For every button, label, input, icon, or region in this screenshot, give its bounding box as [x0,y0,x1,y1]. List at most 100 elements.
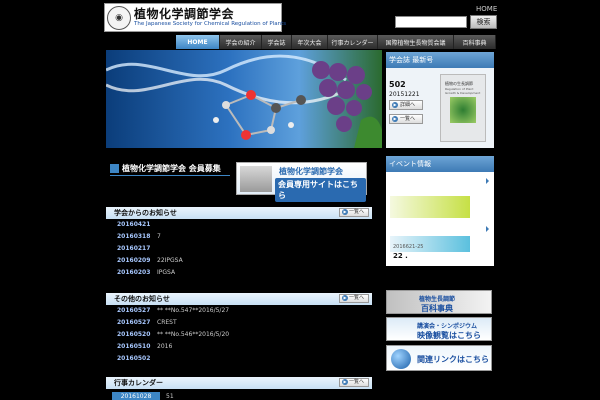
recruit-heading: 植物化学調節学会 会員募集 [110,163,221,174]
society-news-header: 学会からのお知らせ ▶ 一覧へ [106,207,372,219]
calendar-header: 行事カレンダー ▶ 一覧へ [106,377,372,389]
news-date: 20160527 [117,319,151,326]
encyclopedia-banner-line1: 植物生長調節 [419,296,456,303]
nav-ipgsa[interactable]: 国際植物生長物質会議 [378,35,454,49]
member-banner-photo [240,166,272,192]
list-item[interactable]: 20160520 ** **No.546**2016/5/20 [106,329,372,341]
event-info-title: イベント情報 [386,156,494,172]
list-item[interactable]: 20160318 7 [106,231,372,243]
nav-annual-meeting[interactable]: 年次大会 [292,35,328,49]
cover-subtitle: Regulation of Plant Growth & Development [445,87,481,95]
arrow-right-icon: ▶ [342,379,348,385]
related-links-label: 関連リンクはこちら [417,355,489,364]
list-item[interactable]: 20160209 22IPGSA [106,255,372,267]
society-news-list: 20160421 20160318 7 20160217 20160209 22IP… [106,219,372,279]
event-date: 2016621-25 [393,244,424,250]
calendar-more-button[interactable]: ▶ 一覧へ [339,378,369,387]
news-date: 20160217 [117,245,151,252]
event-banner[interactable] [390,196,470,218]
list-item[interactable]: 20160217 [106,243,372,255]
news-date: 20160502 [117,355,151,362]
news-date: 20160520 [117,331,151,338]
news-date: 20160510 [117,343,151,350]
encyclopedia-banner-line2: 百科事典 [421,304,453,313]
section-marker-icon [110,164,119,173]
nav-calendar[interactable]: 行事カレンダー [328,35,378,49]
logo-title-jp: 植物化学調節学会 [134,6,235,21]
triangle-right-icon [486,178,489,184]
globe-icon [391,349,411,369]
journal-list-label: 一覧へ [400,116,416,122]
news-text: ** **No.546**2016/5/20 [157,331,230,338]
calendar-text: 51 [166,393,174,400]
main-nav: HOME 学会の紹介 学会誌 年次大会 行事カレンダー 国際植物生長物質会議 百… [176,35,496,49]
journal-detail-label: 詳細へ [400,102,416,108]
news-date: 20160318 [117,233,151,240]
search-button[interactable]: 検索 [470,15,497,29]
list-item[interactable]: 20160421 [106,219,372,231]
arrow-right-icon: ▶ [342,295,348,301]
journal-issue-date: 20151221 [389,91,420,98]
news-text: IPGSA [157,269,176,276]
journal-detail-button[interactable]: ▶ 詳細へ [389,100,423,110]
list-item[interactable]: 20160510 2016 [106,341,372,353]
society-news-panel: 学会からのお知らせ ▶ 一覧へ 20160421 20160318 7 20160… [106,207,372,279]
news-text: 2016 [157,343,173,350]
event-number: 22 . [393,252,408,260]
calendar-title: 行事カレンダー [114,379,163,387]
journal-list-button[interactable]: ▶ 一覧へ [389,114,423,124]
other-news-panel: その他のお知らせ ▶ 一覧へ 20160527 ** **No.547**2016… [106,293,372,365]
search-input[interactable] [395,16,467,28]
triangle-right-icon [486,226,489,232]
arrow-right-icon: ▶ [392,116,398,122]
journal-latest-panel: 学会誌 最新号 502 20151221 ▶ 詳細へ ▶ 一覧へ 植物の生長調節… [386,52,494,148]
list-item[interactable]: 20160527 CREST [106,317,372,329]
logo-mascot-icon: ◉ [107,5,131,30]
hero-molecule-illustration [106,54,382,148]
video-banner[interactable]: 講演会・シンポジウム 映像観覧はこちら [386,317,492,341]
calendar-more-label: 一覧へ [348,379,364,385]
other-news-list: 20160527 ** **No.547**2016/5/27 20160527 C… [106,305,372,365]
list-item[interactable]: 20160527 ** **No.547**2016/5/27 [106,305,372,317]
arrow-right-icon: ▶ [342,209,348,215]
nav-journal[interactable]: 学会誌 [262,35,292,49]
nav-encyclopedia[interactable]: 百科事典 [454,35,496,49]
calendar-row[interactable]: 20161028 51 [112,392,174,400]
nav-home[interactable]: HOME [176,35,220,49]
logo-text: 植物化学調節学会 The Japanese Society for Chemic… [134,6,287,28]
news-date: 20160421 [117,221,151,228]
site-logo[interactable]: ◉ 植物化学調節学会 The Japanese Society for Chem… [104,3,286,32]
logo-title-en: The Japanese Society for Chemical Regula… [134,20,287,27]
news-date: 20160203 [117,269,151,276]
top-home-link[interactable]: HOME [476,5,497,13]
list-item[interactable]: 20160502 [106,353,372,365]
cover-plant-image [450,97,476,123]
member-site-banner[interactable]: 植物化学調節学会 会員専用サイトはこちら [236,162,367,202]
society-news-more-button[interactable]: ▶ 一覧へ [339,208,369,217]
encyclopedia-banner[interactable]: 植物生長調節 百科事典 [386,290,492,314]
member-banner-line2: 会員専用サイトはこちら [275,178,366,202]
calendar-panel: 行事カレンダー ▶ 一覧へ [106,377,372,389]
related-links-banner[interactable]: 関連リンクはこちら [386,345,492,371]
news-text: 22IPGSA [157,257,183,264]
video-banner-line2: 映像観覧はこちら [417,331,481,340]
member-banner-line1: 植物化学調節学会 [279,167,343,176]
list-item[interactable]: 20160203 IPGSA [106,267,372,279]
other-news-title: その他のお知らせ [114,295,170,303]
hero-image [106,50,382,148]
nav-about[interactable]: 学会の紹介 [220,35,262,49]
society-news-more-label: 一覧へ [348,209,364,215]
page: ◉ 植物化学調節学会 The Japanese Society for Chem… [0,0,600,400]
journal-issue-number: 502 [389,80,406,89]
journal-cover-image[interactable]: 植物の生長調節 Regulation of Plant Growth & Dev… [440,74,486,142]
video-banner-line1: 講演会・シンポジウム [417,323,478,330]
news-text: ** **No.547**2016/5/27 [157,307,230,314]
news-date: 20160209 [117,257,151,264]
journal-latest-title: 学会誌 最新号 [386,52,494,68]
calendar-date: 20161028 [112,392,160,400]
news-text: 7 [157,233,161,240]
arrow-right-icon: ▶ [392,102,398,108]
news-text: CREST [157,319,177,326]
other-news-more-button[interactable]: ▶ 一覧へ [339,294,369,303]
recruit-heading-text: 植物化学調節学会 会員募集 [122,164,221,173]
